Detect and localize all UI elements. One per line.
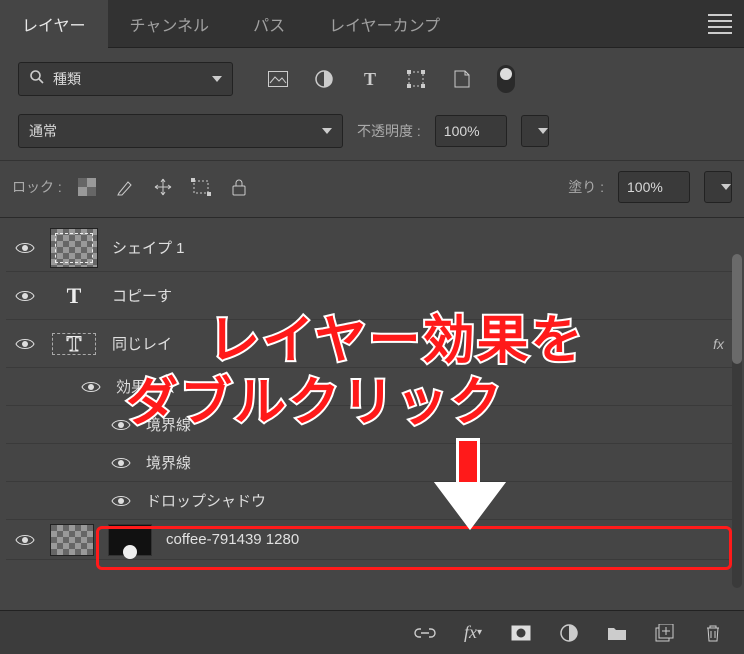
lock-label: ロック :: [12, 177, 62, 197]
layer-style-icon[interactable]: fx▾: [462, 622, 484, 644]
layer-mask-thumbnail[interactable]: [108, 524, 152, 556]
blend-row: 通常 不透明度 : 100%: [0, 106, 744, 161]
visibility-toggle[interactable]: [110, 452, 132, 474]
panel-tabs: レイヤー チャンネル パス レイヤーカンプ: [0, 0, 744, 48]
chevron-down-icon: [322, 128, 332, 134]
adjustment-layer-icon[interactable]: [558, 622, 580, 644]
filter-toggle[interactable]: [497, 65, 515, 93]
fill-label: 塗り :: [568, 177, 604, 197]
visibility-toggle[interactable]: [14, 285, 36, 307]
filter-row: 種類 T: [0, 48, 744, 106]
visibility-toggle[interactable]: [14, 529, 36, 551]
layer-row[interactable]: シェイプ 1: [6, 224, 738, 272]
link-layers-icon[interactable]: [414, 622, 436, 644]
effect-row[interactable]: 境界線: [6, 444, 738, 482]
filter-type-icon[interactable]: T: [359, 68, 381, 90]
layer-thumbnail[interactable]: T: [50, 283, 98, 309]
tab-paths[interactable]: パス: [231, 0, 307, 48]
effect-row-dropshadow[interactable]: ドロップシャドウ: [6, 482, 738, 520]
fx-badge[interactable]: fx: [713, 336, 724, 352]
tab-layers[interactable]: レイヤー: [0, 0, 108, 48]
lock-transparency-icon[interactable]: [76, 176, 98, 198]
lock-pixels-icon[interactable]: [114, 176, 136, 198]
chevron-down-icon: [721, 184, 731, 190]
visibility-toggle[interactable]: [80, 376, 102, 398]
tab-layer-comps[interactable]: レイヤーカンプ: [307, 0, 462, 48]
blend-mode-value: 通常: [29, 121, 57, 141]
visibility-toggle[interactable]: [14, 237, 36, 259]
filter-adjustment-icon[interactable]: [313, 68, 335, 90]
layer-mask-icon[interactable]: [510, 622, 532, 644]
scrollbar-thumb[interactable]: [732, 254, 742, 364]
opacity-input[interactable]: 100%: [435, 115, 507, 147]
effect-name: ドロップシャドウ: [146, 490, 266, 511]
layer-thumbnail[interactable]: T: [50, 331, 98, 357]
chevron-down-icon: [538, 128, 548, 134]
lock-position-icon[interactable]: [152, 176, 174, 198]
delete-layer-icon[interactable]: [702, 622, 724, 644]
layer-name[interactable]: シェイプ 1: [112, 237, 730, 258]
annotation-text-2: ダブルクリック: [126, 360, 504, 435]
filter-smartobject-icon[interactable]: [451, 68, 473, 90]
tab-channels[interactable]: チャンネル: [108, 0, 232, 48]
lock-all-icon[interactable]: [228, 176, 250, 198]
chevron-down-icon: [212, 76, 222, 82]
filter-shape-icon[interactable]: [405, 68, 427, 90]
fill-value: 100%: [627, 179, 663, 195]
filter-type-label: 種類: [53, 69, 81, 89]
opacity-value: 100%: [444, 123, 480, 139]
layer-name[interactable]: coffee-791439 1280: [166, 531, 730, 548]
annotation-arrow-head: [438, 486, 502, 528]
fill-input[interactable]: 100%: [618, 171, 690, 203]
opacity-label: 不透明度 :: [357, 121, 421, 141]
filter-pixel-icon[interactable]: [267, 68, 289, 90]
blend-mode-dropdown[interactable]: 通常: [18, 114, 343, 148]
layer-thumbnail[interactable]: [50, 228, 98, 268]
filter-type-dropdown[interactable]: 種類: [18, 62, 233, 96]
fill-dropdown-button[interactable]: [704, 171, 732, 203]
layer-thumbnail[interactable]: [50, 524, 94, 556]
visibility-toggle[interactable]: [110, 490, 132, 512]
layer-row[interactable]: coffee-791439 1280: [6, 520, 738, 560]
visibility-toggle[interactable]: [14, 333, 36, 355]
search-icon: [29, 69, 45, 90]
new-layer-icon[interactable]: [654, 622, 676, 644]
opacity-dropdown-button[interactable]: [521, 115, 549, 147]
lock-artboard-icon[interactable]: [190, 176, 212, 198]
panel-menu-icon[interactable]: [708, 12, 732, 36]
group-icon[interactable]: [606, 622, 628, 644]
layers-bottom-toolbar: fx▾: [0, 610, 744, 654]
effect-name: 境界線: [146, 452, 191, 473]
lock-row: ロック : 塗り : 100%: [0, 161, 744, 218]
